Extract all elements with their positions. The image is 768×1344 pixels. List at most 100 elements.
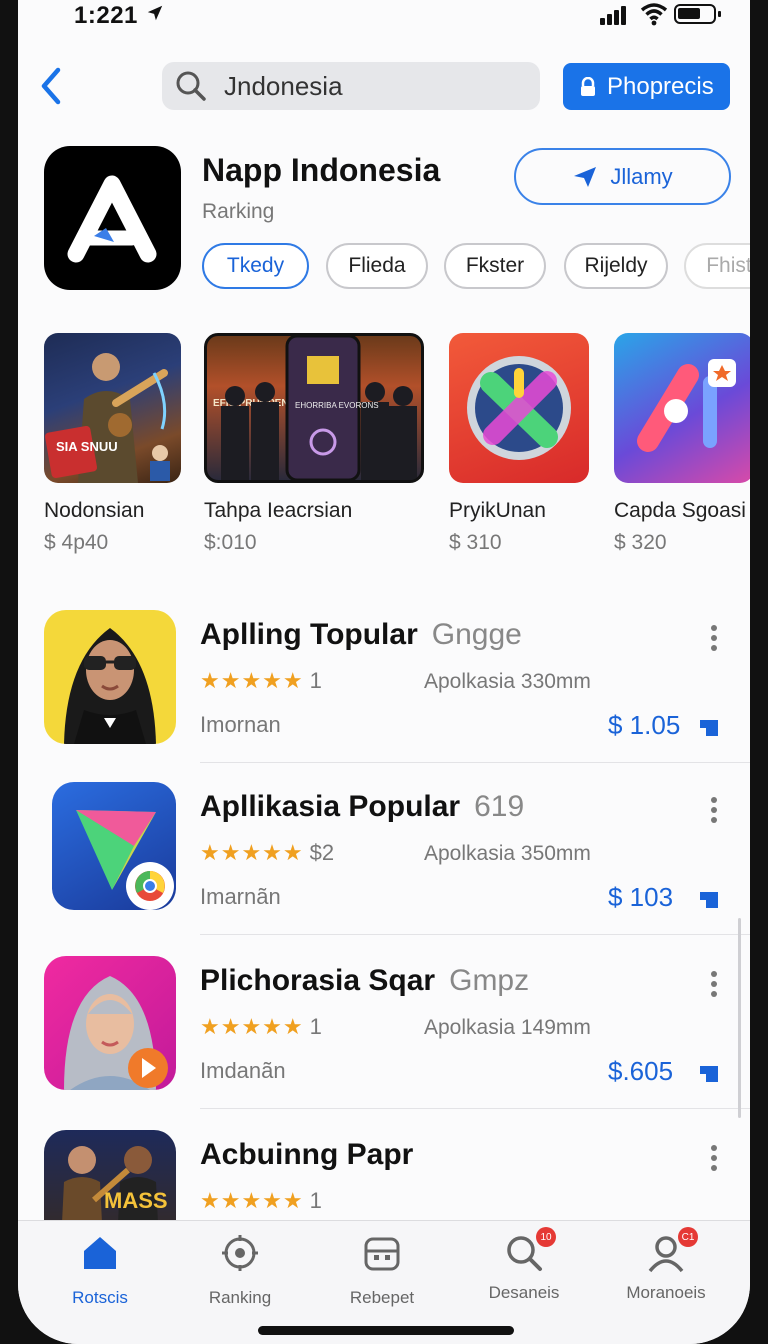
row-divider: [200, 762, 750, 763]
tab-search[interactable]: 10 Desaneis: [454, 1227, 594, 1313]
share-button-label: Jllamy: [610, 163, 673, 189]
home-icon: [84, 1237, 116, 1269]
search-icon: [176, 71, 206, 101]
more-options-icon[interactable]: [710, 624, 718, 652]
app-tag: Gmpz: [449, 964, 530, 997]
tab-label: Desaneis: [488, 1283, 560, 1302]
search-bar[interactable]: Jndonesia: [162, 62, 540, 110]
get-flag-icon[interactable]: [696, 886, 722, 912]
featured-name: PryikUnan: [449, 499, 546, 522]
app-name: Aplling Topular: [200, 618, 418, 651]
signal-icon: [600, 6, 628, 30]
app-subtitle: Rarking: [202, 200, 275, 223]
apps-icon: [364, 1237, 400, 1271]
battery-icon: [674, 4, 721, 24]
featured-item[interactable]: PryikUnan $ 310: [449, 333, 591, 563]
rating-stars: ★★★★★ $2: [200, 840, 334, 866]
purchase-button-label: Phoprecis: [607, 72, 714, 100]
tab-home[interactable]: Rotscis: [30, 1233, 170, 1313]
featured-item[interactable]: EFIC PRUMPENCT EHORRIBA EVORONS Tahpa Ie…: [204, 333, 426, 563]
purchase-button[interactable]: Phoprecis: [563, 63, 730, 110]
star-icons: ★★★★★: [200, 1188, 304, 1213]
status-time: 1:221: [74, 2, 138, 29]
app-price[interactable]: $.605: [608, 1056, 673, 1087]
app-developer: Imornan: [200, 712, 281, 737]
app-title-line: Acbuinng Papr: [200, 1138, 413, 1172]
app-logo-icon: [44, 146, 181, 290]
app-meta: Apolkasia 330mm: [424, 670, 591, 693]
list-item[interactable]: Apllikasia Popular 619 ★★★★★ $2 Apolkasia …: [18, 782, 750, 954]
wifi-icon: [640, 3, 668, 26]
get-flag-icon[interactable]: [696, 714, 722, 740]
featured-price: $ 310: [449, 531, 502, 554]
featured-name: Tahpa Ieacrsian: [204, 499, 353, 522]
rating-stars: ★★★★★ 1: [200, 1188, 322, 1214]
star-icons: ★★★★★: [200, 840, 304, 865]
app-developer: Imarnãn: [200, 884, 281, 909]
chip-4[interactable]: Fhist: [684, 243, 750, 289]
featured-thumbnail: [449, 333, 589, 483]
home-indicator[interactable]: [258, 1326, 514, 1335]
app-icon: [52, 782, 176, 910]
poster-text: SIA SNUU: [56, 439, 118, 454]
star-icons: ★★★★★: [200, 1014, 304, 1039]
app-tag: Gngge: [431, 618, 522, 651]
get-flag-icon[interactable]: [696, 1060, 722, 1086]
app-store-screen: 1:221 Jndonesia Phoprecis Napp Indonesia…: [18, 0, 750, 1344]
app-meta: Apolkasia 149mm: [424, 1016, 591, 1039]
app-icon: [44, 956, 176, 1090]
featured-thumbnail: SIA SNUU: [44, 333, 181, 483]
app-meta: Apolkasia 350mm: [424, 842, 591, 865]
more-options-icon[interactable]: [710, 1144, 718, 1172]
tab-apps[interactable]: Rebepet: [312, 1233, 452, 1313]
tab-label: Moranoeis: [626, 1283, 706, 1302]
featured-item[interactable]: Capda Sgoasi $ 320: [614, 333, 750, 563]
star-icons: ★★★★★: [200, 668, 304, 693]
app-name: Apllikasia Popular: [200, 790, 461, 823]
app-icon: [44, 610, 176, 744]
tab-label: Rotscis: [72, 1288, 128, 1307]
chip-1[interactable]: Flieda: [326, 243, 428, 289]
list-item[interactable]: Aplling Topular Gngge ★★★★★ 1 Apolkasia 33…: [18, 610, 750, 782]
send-icon: [574, 166, 597, 187]
row-divider: [200, 934, 750, 935]
more-options-icon[interactable]: [710, 970, 718, 998]
tab-profile[interactable]: C1 Moranoeis: [596, 1227, 736, 1313]
featured-thumbnail: [614, 333, 750, 483]
poster-text: MASS: [104, 1188, 168, 1213]
notification-badge: C1: [678, 1227, 698, 1247]
featured-thumbnail: EFIC PRUMPENCT EHORRIBA EVORONS: [204, 333, 424, 483]
chip-2[interactable]: Fkster: [444, 243, 546, 289]
filter-chips: Tkedy Flieda Fkster Rijeldy Fhist: [202, 243, 750, 291]
list-item[interactable]: Plichorasia Sqar Gmpz ★★★★★ 1 Apolkasia 14…: [18, 956, 750, 1128]
search-input[interactable]: Jndonesia: [224, 71, 343, 102]
phone-frame: 1:221 Jndonesia Phoprecis Napp Indonesia…: [0, 0, 768, 1344]
app-price[interactable]: $ 103: [608, 882, 673, 913]
featured-price: $ 320: [614, 531, 667, 554]
back-chevron-icon[interactable]: [36, 64, 66, 108]
row-divider: [200, 1108, 750, 1109]
app-title-line: Aplling Topular Gngge: [200, 618, 522, 652]
featured-price: $:010: [204, 531, 257, 554]
app-title-line: Plichorasia Sqar Gmpz: [200, 964, 529, 998]
rating-count: $2: [309, 840, 335, 865]
share-button[interactable]: Jllamy: [514, 148, 731, 205]
more-options-icon[interactable]: [710, 796, 718, 824]
app-developer: Imdanãn: [200, 1058, 286, 1083]
featured-name: Capda Sgoasi: [614, 499, 746, 522]
app-name: Plichorasia Sqar: [200, 964, 436, 997]
rating-stars: ★★★★★ 1: [200, 668, 322, 694]
rating-count: 1: [309, 668, 322, 693]
chip-3[interactable]: Rijeldy: [564, 243, 668, 289]
app-title: Napp Indonesia: [202, 152, 441, 188]
phone-screen-text: EHORRIBA EVORONS: [295, 401, 379, 410]
featured-price: $ 4p40: [44, 531, 109, 554]
featured-name: Nodonsian: [44, 499, 145, 522]
ranking-icon: [222, 1235, 258, 1271]
search-tab-icon-wrap: 10: [504, 1227, 556, 1273]
featured-item[interactable]: SIA SNUU Nodonsian $ 4p40: [44, 333, 184, 563]
tab-ranking[interactable]: Ranking: [170, 1233, 310, 1313]
app-price[interactable]: $ 1.05: [608, 710, 680, 741]
chip-0[interactable]: Tkedy: [202, 243, 309, 289]
scrollbar[interactable]: [738, 918, 741, 1118]
